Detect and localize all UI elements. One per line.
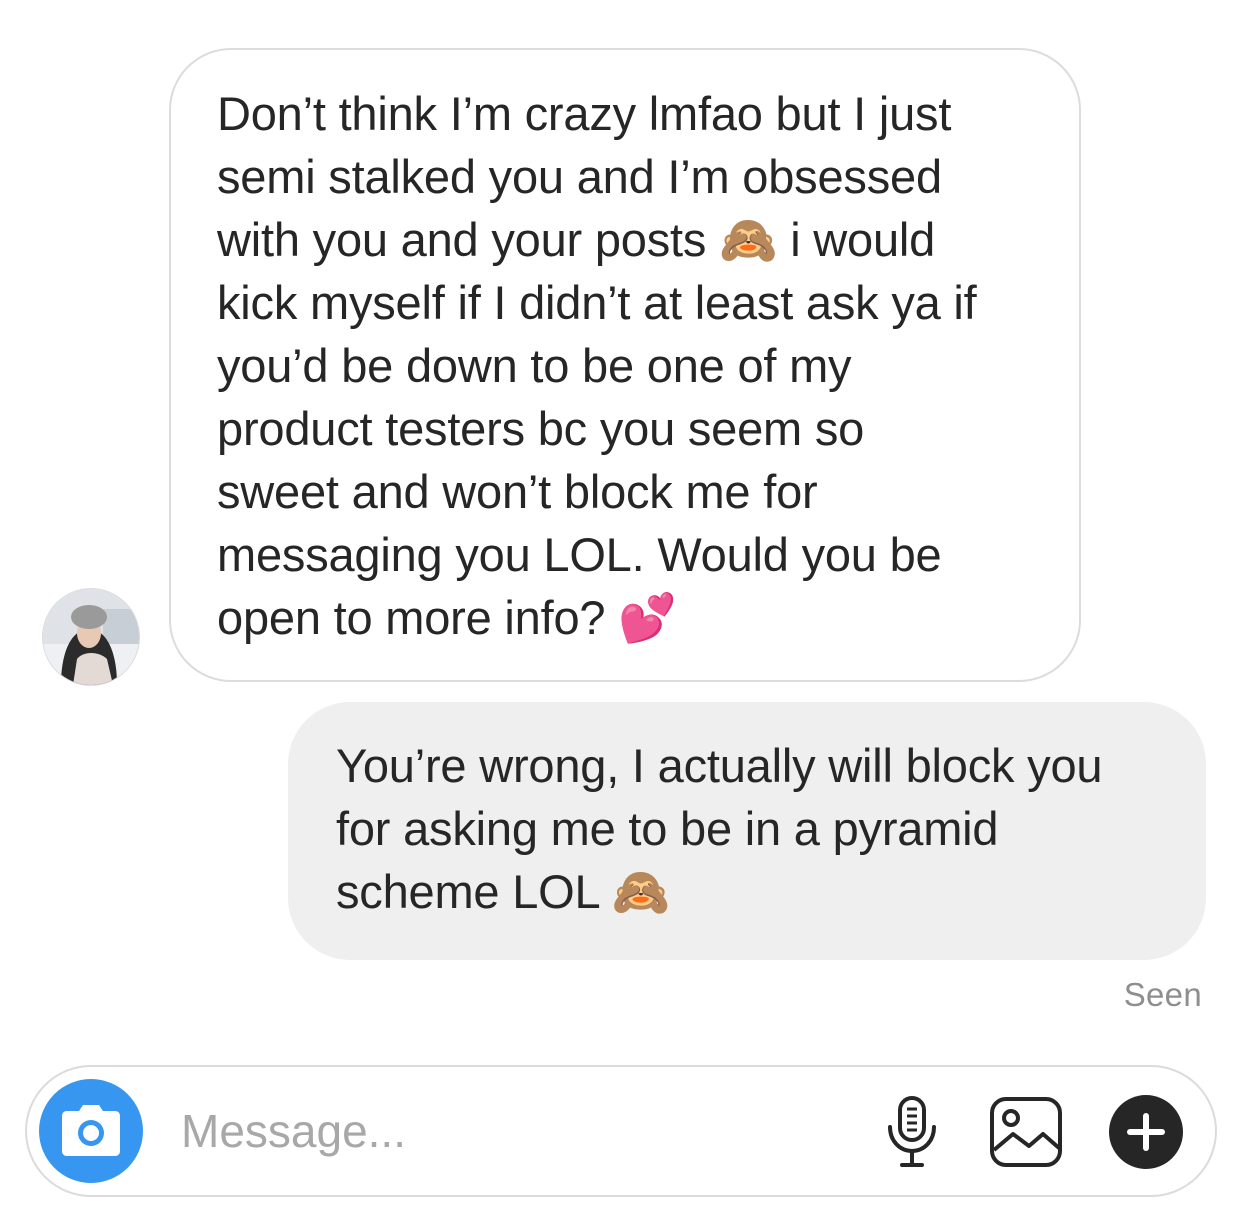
camera-icon xyxy=(62,1105,120,1156)
avatar[interactable] xyxy=(42,588,140,686)
outgoing-message-bubble[interactable]: You’re wrong, I actually will block you … xyxy=(288,702,1206,960)
camera-button[interactable] xyxy=(39,1079,143,1183)
plus-icon xyxy=(1127,1113,1165,1151)
message-input[interactable] xyxy=(181,1099,841,1163)
microphone-button[interactable] xyxy=(873,1093,951,1171)
message-composer xyxy=(25,1065,1217,1197)
outgoing-message-text: You’re wrong, I actually will block you … xyxy=(336,739,1103,918)
seen-status: Seen xyxy=(1123,976,1202,1013)
gallery-button[interactable] xyxy=(987,1093,1065,1171)
gallery-icon xyxy=(990,1097,1062,1167)
incoming-message-text: Don’t think I’m crazy lmfao but I just s… xyxy=(217,87,977,644)
plus-button[interactable] xyxy=(1109,1095,1183,1169)
incoming-message-bubble[interactable]: Don’t think I’m crazy lmfao but I just s… xyxy=(169,48,1081,682)
microphone-icon xyxy=(888,1096,936,1167)
avatar-image xyxy=(43,589,139,685)
